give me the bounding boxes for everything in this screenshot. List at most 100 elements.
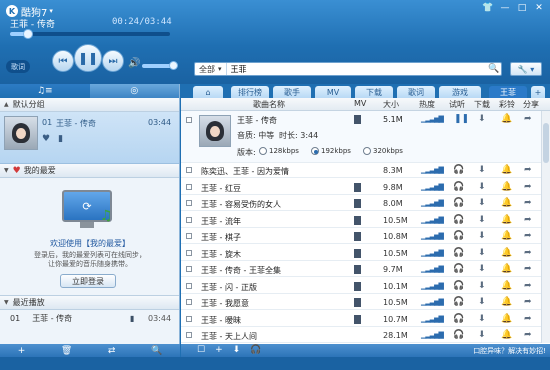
song-row[interactable]: 王菲 - 流年 10.5M ▁▂▃▅▇ 🎧 ⬇ 🔔 ➦ (181, 213, 541, 228)
bell-icon[interactable]: 🔔 (501, 330, 512, 340)
volume-slider[interactable] (142, 61, 179, 70)
download-icon[interactable]: ⬇ (478, 198, 486, 208)
trash-icon[interactable]: 🗑 (61, 346, 72, 356)
mv-icon[interactable] (354, 115, 361, 124)
headphones-icon[interactable]: 🎧 (453, 281, 464, 291)
share-icon[interactable]: ➦ (524, 281, 532, 291)
row-checkbox[interactable] (186, 117, 192, 123)
headphones-icon[interactable]: 🎧 (453, 198, 464, 208)
search-icon[interactable]: 🔍 (487, 64, 501, 74)
version-option-128[interactable]: 128kbps (259, 147, 299, 155)
share-icon[interactable]: ➦ (524, 114, 532, 124)
column-song-name[interactable]: 歌曲名称 (253, 99, 285, 110)
bell-icon[interactable]: 🔔 (501, 165, 512, 175)
download-icon[interactable]: ⬇ (478, 281, 486, 291)
download-icon[interactable]: ⬇ (478, 248, 486, 258)
mv-icon[interactable] (354, 298, 361, 307)
now-playing-card[interactable]: 01 王菲 - 传奇 03:44 ♥ ▮ (0, 112, 179, 164)
bell-icon[interactable]: 🔔 (501, 231, 512, 241)
mv-icon[interactable] (354, 215, 361, 225)
add-icon[interactable]: + (215, 345, 223, 355)
progress-bar[interactable] (10, 29, 170, 39)
headphones-icon[interactable]: 🎧 (453, 248, 464, 258)
tab-4[interactable]: 下载 (355, 86, 393, 98)
share-icon[interactable]: ➦ (524, 215, 532, 225)
row-checkbox[interactable] (186, 282, 192, 289)
bell-icon[interactable]: 🔔 (501, 182, 512, 192)
song-row[interactable]: 王菲 - 红豆 9.8M ▁▂▃▅▇ 🎧 ⬇ 🔔 ➦ (181, 180, 541, 195)
recent-header[interactable]: ▼ 最近播放 (0, 296, 179, 310)
tab-6[interactable]: 游戏 (439, 86, 481, 98)
tab-5[interactable]: 歌词 (397, 86, 435, 98)
download-icon[interactable]: ⬇ (478, 314, 486, 324)
song-row[interactable]: 王菲 - 旋木 10.5M ▁▂▃▅▇ 🎧 ⬇ 🔔 ➦ (181, 246, 541, 261)
row-checkbox[interactable] (186, 332, 192, 338)
song-row[interactable]: 王菲 - 闪 - 正版 10.1M ▁▂▃▅▇ 🎧 ⬇ 🔔 ➦ (181, 279, 541, 294)
share-icon[interactable]: ➦ (524, 165, 532, 175)
download-icon[interactable]: ⬇ (478, 114, 486, 124)
tab-3[interactable]: MV (315, 86, 351, 98)
row-checkbox[interactable] (186, 200, 192, 206)
row-checkbox[interactable] (186, 249, 192, 256)
download-icon[interactable]: ⬇ (478, 215, 486, 225)
scrollbar-thumb[interactable] (543, 123, 549, 163)
mv-icon[interactable]: ▮ (58, 134, 63, 144)
scrollbar[interactable] (541, 111, 550, 343)
favorites-header[interactable]: ▼ ♥ 我的最爱 (0, 164, 179, 178)
maximize-icon[interactable]: □ (515, 2, 529, 14)
headphones-icon[interactable]: 🎧 (250, 345, 261, 355)
share-icon[interactable]: ➦ (524, 248, 532, 258)
share-icon[interactable]: ➦ (524, 314, 532, 324)
column-heat[interactable]: 热度 (419, 99, 435, 110)
close-icon[interactable]: ✕ (532, 2, 546, 14)
headphones-icon[interactable]: 🎧 (453, 182, 464, 192)
tab-8[interactable]: + (531, 86, 545, 98)
song-row[interactable]: 王菲 - 天上人间 28.1M ▁▂▃▅▇ 🎧 ⬇ 🔔 ➦ (181, 328, 541, 343)
download-icon[interactable]: ⬇ (478, 297, 486, 307)
share-icon[interactable]: ➦ (524, 182, 532, 192)
tab-2[interactable]: 歌手 (273, 86, 311, 98)
download-icon[interactable]: ⬇ (478, 231, 486, 241)
tab-disc[interactable]: ◎ (90, 84, 180, 98)
download-icon[interactable]: ⬇ (233, 345, 241, 355)
mv-icon[interactable] (354, 182, 361, 192)
tab-1[interactable]: 排行榜 (231, 86, 269, 98)
shirt-icon[interactable]: 👕 (481, 2, 495, 14)
select-all-icon[interactable]: ☐ (197, 345, 205, 355)
tab-playlist[interactable]: ♫≡ (0, 84, 90, 98)
tools-button[interactable]: 🔧 ▾ (510, 62, 542, 76)
mv-icon[interactable] (354, 232, 361, 241)
expanded-song-row[interactable]: 王菲 - 传奇 5.1M ▁▂▃▅▇ ❚❚ ⬇ 🔔 ➦ 音质: 中等 时长: 3… (181, 111, 541, 163)
column-size[interactable]: 大小 (383, 99, 399, 110)
previous-button[interactable]: ⏮ (52, 50, 74, 72)
minimize-icon[interactable]: — (498, 2, 512, 14)
bell-icon[interactable]: 🔔 (501, 248, 512, 258)
pause-button[interactable]: ❚❚ (74, 44, 102, 72)
song-row[interactable]: 王菲 - 棋子 10.8M ▁▂▃▅▇ 🎧 ⬇ 🔔 ➦ (181, 229, 541, 244)
download-icon[interactable]: ⬇ (478, 330, 486, 340)
shuffle-icon[interactable]: ⇄ (108, 346, 116, 356)
mv-icon[interactable] (354, 199, 361, 208)
row-checkbox[interactable] (186, 167, 192, 173)
bell-icon[interactable]: 🔔 (501, 264, 512, 274)
download-icon[interactable]: ⬇ (478, 264, 486, 274)
mv-icon[interactable] (354, 265, 361, 274)
share-icon[interactable]: ➦ (524, 330, 532, 340)
headphones-icon[interactable]: 🎧 (453, 314, 464, 324)
song-row[interactable]: 王菲 - 暧昧 10.7M ▁▂▃▅▇ 🎧 ⬇ 🔔 ➦ (181, 312, 541, 327)
share-icon[interactable]: ➦ (524, 198, 532, 208)
column-mv[interactable]: MV (354, 99, 366, 108)
row-checkbox[interactable] (186, 216, 192, 223)
mv-icon[interactable] (354, 281, 361, 291)
row-checkbox[interactable] (186, 233, 192, 239)
mv-icon[interactable] (354, 248, 361, 258)
bell-icon[interactable]: 🔔 (501, 215, 512, 225)
heart-icon[interactable]: ♥ (42, 134, 50, 144)
progress-knob[interactable] (22, 29, 33, 39)
search-icon[interactable]: 🔍 (151, 346, 162, 356)
headphones-icon[interactable]: 🎧 (453, 165, 464, 175)
bell-icon[interactable]: 🔔 (501, 314, 512, 324)
default-group-header[interactable]: ▲ 默认分组 (0, 98, 179, 112)
row-checkbox[interactable] (186, 266, 192, 272)
headphones-icon[interactable]: 🎧 (453, 215, 464, 225)
